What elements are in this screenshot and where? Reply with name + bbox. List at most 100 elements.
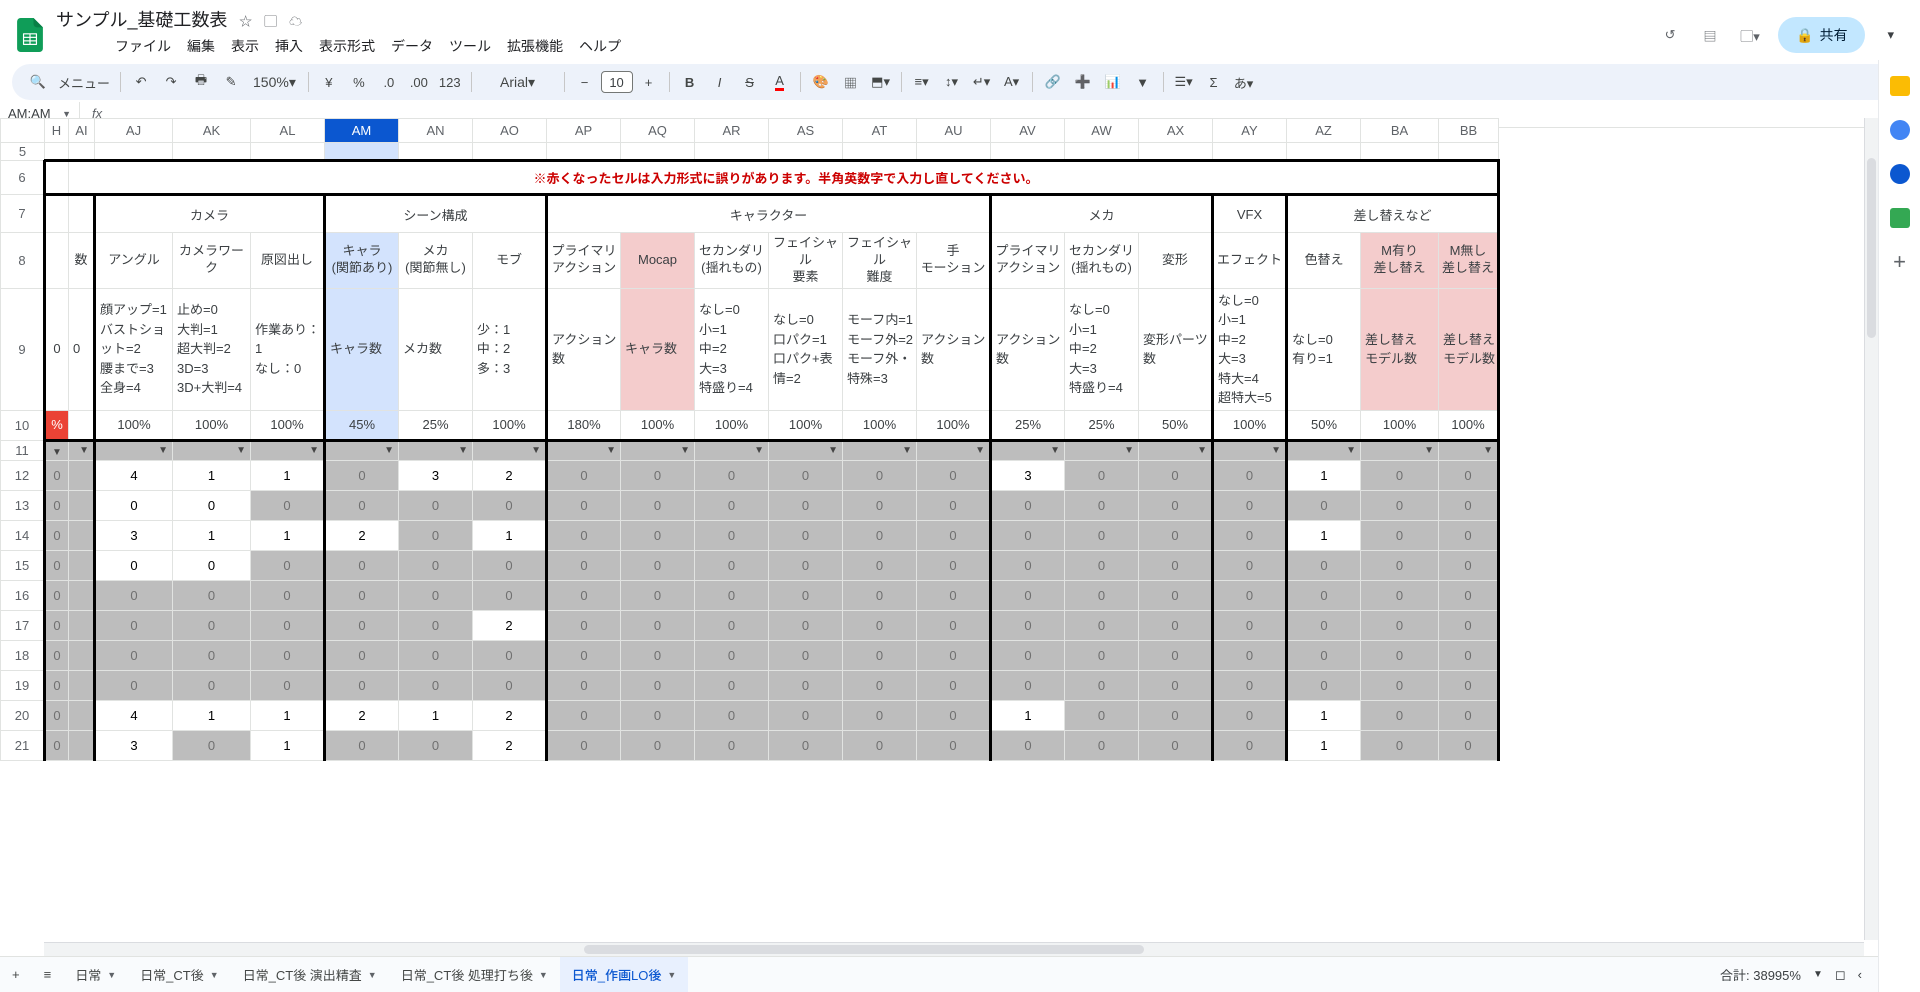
data-cell[interactable]: 0 bbox=[1213, 550, 1287, 580]
data-cell[interactable]: 0 bbox=[473, 670, 547, 700]
data-cell[interactable]: 0 bbox=[769, 670, 843, 700]
col-header-BA[interactable]: BA bbox=[1361, 119, 1439, 143]
data-cell[interactable]: 0 bbox=[621, 700, 695, 730]
data-cell[interactable]: 0 bbox=[399, 670, 473, 700]
data-cell[interactable]: 0 bbox=[917, 490, 991, 520]
data-cell[interactable]: 0 bbox=[1065, 670, 1139, 700]
vertical-scrollbar[interactable] bbox=[1864, 118, 1878, 940]
menu-ヘルプ[interactable]: ヘルプ bbox=[572, 34, 628, 58]
col-header-AJ[interactable]: AJ bbox=[95, 119, 173, 143]
data-cell[interactable]: 0 bbox=[547, 610, 621, 640]
data-cell[interactable]: 1 bbox=[399, 700, 473, 730]
data-cell[interactable]: 0 bbox=[547, 520, 621, 550]
pct-cell[interactable]: 100% bbox=[843, 410, 917, 440]
data-cell[interactable]: 0 bbox=[1213, 610, 1287, 640]
data-cell[interactable]: 0 bbox=[621, 520, 695, 550]
data-cell[interactable]: 0 bbox=[695, 520, 769, 550]
all-sheets-button[interactable]: ≡ bbox=[32, 957, 64, 992]
data-cell[interactable]: 0 bbox=[547, 460, 621, 490]
data-cell[interactable]: 3 bbox=[991, 460, 1065, 490]
data-cell[interactable]: 0 bbox=[843, 730, 917, 760]
data-cell[interactable]: 0 bbox=[1139, 490, 1213, 520]
font-size-input[interactable]: 10 bbox=[601, 71, 633, 93]
data-cell[interactable]: 0 bbox=[1361, 460, 1439, 490]
data-cell[interactable]: 4 bbox=[95, 460, 173, 490]
data-cell[interactable]: 0 bbox=[991, 580, 1065, 610]
pct-cell[interactable]: 50% bbox=[1287, 410, 1361, 440]
col-header-AV[interactable]: AV bbox=[991, 119, 1065, 143]
data-cell[interactable]: 0 bbox=[325, 580, 399, 610]
data-cell[interactable]: 0 bbox=[621, 490, 695, 520]
filter-cell[interactable]: ▼ bbox=[325, 440, 399, 460]
pct-cell[interactable]: 100% bbox=[769, 410, 843, 440]
data-cell[interactable]: 1 bbox=[173, 520, 251, 550]
data-cell[interactable]: 4 bbox=[95, 700, 173, 730]
fill-color-icon[interactable]: 🎨 bbox=[807, 68, 835, 96]
menu-ファイル[interactable]: ファイル bbox=[108, 34, 178, 58]
data-cell[interactable]: 0 bbox=[325, 490, 399, 520]
row-header-15[interactable]: 15 bbox=[1, 550, 45, 580]
add-sheet-button[interactable]: + bbox=[0, 957, 32, 992]
data-cell[interactable]: 0 bbox=[399, 640, 473, 670]
text-color-icon[interactable]: A bbox=[766, 68, 794, 96]
data-cell[interactable]: 0 bbox=[1439, 700, 1499, 730]
data-cell[interactable]: 3 bbox=[95, 520, 173, 550]
data-cell[interactable]: 0 bbox=[1139, 670, 1213, 700]
filter-cell[interactable]: ▼ bbox=[1287, 440, 1361, 460]
data-cell[interactable]: 0 bbox=[1361, 550, 1439, 580]
font-size-decrease[interactable]: − bbox=[571, 68, 599, 96]
pct-cell[interactable]: 100% bbox=[173, 410, 251, 440]
formula-input[interactable] bbox=[114, 110, 1920, 118]
row-header-20[interactable]: 20 bbox=[1, 700, 45, 730]
pct-cell[interactable]: 45% bbox=[325, 410, 399, 440]
col-header-AL[interactable]: AL bbox=[251, 119, 325, 143]
data-cell[interactable]: 0 bbox=[843, 520, 917, 550]
data-cell[interactable]: 0 bbox=[621, 460, 695, 490]
data-cell[interactable]: 0 bbox=[1361, 700, 1439, 730]
filter-views-icon[interactable]: ☰▾ bbox=[1170, 68, 1198, 96]
data-cell[interactable]: 0 bbox=[1139, 640, 1213, 670]
filter-cell[interactable]: ▼ bbox=[1361, 440, 1439, 460]
data-cell[interactable]: 0 bbox=[621, 640, 695, 670]
filter-cell[interactable]: ▼ bbox=[769, 440, 843, 460]
col-header-AT[interactable]: AT bbox=[843, 119, 917, 143]
data-cell[interactable] bbox=[69, 700, 95, 730]
data-cell[interactable]: 0 bbox=[473, 490, 547, 520]
row-header-14[interactable]: 14 bbox=[1, 520, 45, 550]
data-cell[interactable]: 0 bbox=[1439, 520, 1499, 550]
data-cell[interactable] bbox=[69, 460, 95, 490]
data-cell[interactable]: 0 bbox=[843, 580, 917, 610]
data-cell[interactable]: 0 bbox=[399, 610, 473, 640]
valign-icon[interactable]: ↕▾ bbox=[938, 68, 966, 96]
data-cell[interactable] bbox=[69, 550, 95, 580]
sheet-tab[interactable]: 日常_CT後 演出精査▼ bbox=[231, 957, 389, 992]
data-cell[interactable] bbox=[69, 580, 95, 610]
data-cell[interactable]: 0 bbox=[991, 490, 1065, 520]
print-icon[interactable]: 🖶 bbox=[187, 68, 215, 96]
data-cell[interactable]: 0 bbox=[325, 610, 399, 640]
filter-cell[interactable]: ▼ bbox=[695, 440, 769, 460]
data-cell[interactable]: 0 bbox=[1361, 490, 1439, 520]
col-header-AY[interactable]: AY bbox=[1213, 119, 1287, 143]
data-cell[interactable]: 0 bbox=[695, 460, 769, 490]
data-cell[interactable]: 0 bbox=[1065, 640, 1139, 670]
data-cell[interactable]: 0 bbox=[95, 550, 173, 580]
data-cell[interactable]: 0 bbox=[695, 610, 769, 640]
wrap-icon[interactable]: ↵▾ bbox=[968, 68, 996, 96]
sheets-logo[interactable] bbox=[12, 17, 48, 53]
pct-cell[interactable]: 25% bbox=[399, 410, 473, 440]
data-cell[interactable]: 0 bbox=[991, 610, 1065, 640]
filter-icon[interactable]: ▼ bbox=[1129, 68, 1157, 96]
comment-add-icon[interactable]: ➕ bbox=[1069, 68, 1097, 96]
data-cell[interactable]: 0 bbox=[1139, 610, 1213, 640]
data-cell[interactable]: 1 bbox=[173, 700, 251, 730]
data-cell[interactable]: 0 bbox=[251, 640, 325, 670]
data-cell[interactable]: 0 bbox=[991, 640, 1065, 670]
pct-cell[interactable]: 100% bbox=[1213, 410, 1287, 440]
paint-format-icon[interactable]: ✎ bbox=[217, 68, 245, 96]
data-cell[interactable]: 3 bbox=[399, 460, 473, 490]
data-cell[interactable]: 0 bbox=[1361, 730, 1439, 760]
data-cell[interactable] bbox=[69, 490, 95, 520]
row-header-17[interactable]: 17 bbox=[1, 610, 45, 640]
filter-cell[interactable]: ▼ bbox=[69, 440, 95, 460]
